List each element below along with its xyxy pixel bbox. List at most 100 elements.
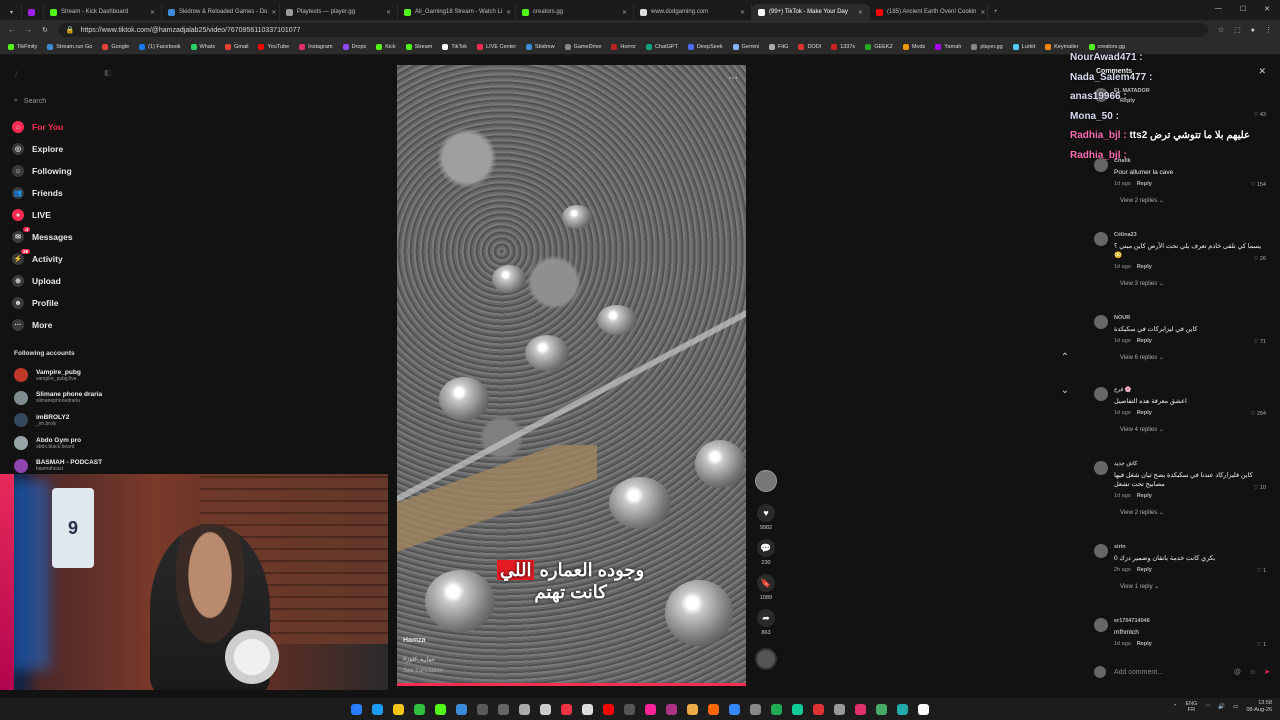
nav-item-more[interactable]: ··· More — [12, 314, 73, 336]
taskbar-app-icon[interactable] — [792, 703, 803, 715]
bookmark-item[interactable]: creators.gg — [1088, 44, 1125, 50]
comment-like[interactable]: ♡ 1 — [1256, 568, 1266, 574]
bookmark-item[interactable]: GameDrive — [564, 44, 601, 50]
view-replies-button[interactable]: View 2 replies ⌄ — [1120, 197, 1270, 204]
reply-button[interactable]: Reply — [1137, 641, 1152, 647]
bookmark-item[interactable]: Whats — [190, 44, 215, 50]
taskbar-app-icon[interactable] — [708, 703, 719, 715]
close-tab-icon[interactable]: ✕ — [740, 9, 745, 16]
avatar[interactable] — [1094, 387, 1108, 401]
nav-item-explore[interactable]: ◎ Explore — [12, 138, 73, 160]
send-icon[interactable]: ➤ — [1264, 668, 1270, 676]
bookmark-item[interactable]: Instagram — [299, 44, 333, 50]
taskbar-app-icon[interactable] — [603, 703, 614, 715]
nav-item-following[interactable]: ☺ Following — [12, 160, 73, 182]
nav-item-live[interactable]: ● LIVE — [12, 204, 73, 226]
browser-tab[interactable]: creators.gg ✕ — [516, 4, 634, 20]
avatar[interactable] — [1094, 544, 1108, 558]
following-account-item[interactable]: imBROLY2 _im.broly — [14, 409, 102, 432]
taskbar-app-icon[interactable] — [456, 703, 467, 715]
taskbar-app-icon[interactable] — [750, 703, 761, 715]
bookmark-item[interactable]: Drops — [342, 44, 366, 50]
tray-chevron-icon[interactable]: ⌃ — [1173, 704, 1178, 710]
tikfinity-tab-icon[interactable] — [22, 4, 44, 20]
comment-like[interactable]: ♡ 26 — [1253, 256, 1266, 262]
wifi-icon[interactable]: ◠ — [1205, 704, 1210, 710]
browser-tab[interactable]: (185) Ancient Earth Oven! Cookin ✕ — [870, 4, 988, 20]
taskbar-app-icon[interactable] — [414, 703, 425, 715]
music-disc-icon[interactable] — [755, 648, 777, 670]
chevron-down-icon[interactable]: ⌄ — [1058, 385, 1072, 399]
following-account-item[interactable]: Abdo Gym pro abdo.black.beard — [14, 432, 102, 455]
reply-button[interactable]: Reply — [1137, 567, 1152, 573]
comment-like[interactable]: ♡ 10 — [1253, 485, 1266, 491]
forward-icon[interactable]: → — [25, 27, 32, 34]
comment-user[interactable]: كاش جديد — [1114, 461, 1270, 467]
bookmark-item[interactable]: Skidrow — [526, 44, 555, 50]
close-tab-icon[interactable]: ✕ — [271, 9, 276, 16]
nav-item-profile[interactable]: ☻ Profile — [12, 292, 73, 314]
comment-like[interactable]: ♡ 154 — [1250, 182, 1266, 188]
bookmark-item[interactable]: LIVE Center — [477, 44, 516, 50]
reply-button[interactable]: Reply — [1137, 493, 1152, 499]
comment-like[interactable]: ♡ 1 — [1256, 642, 1266, 648]
close-tab-icon[interactable]: ✕ — [858, 9, 863, 16]
nav-item-messages[interactable]: ✉ 4 Messages — [12, 226, 73, 248]
taskbar-app-icon[interactable] — [813, 703, 824, 715]
close-window-button[interactable]: ✕ — [1264, 5, 1270, 13]
avatar[interactable] — [1094, 618, 1108, 632]
battery-icon[interactable]: ▭ — [1233, 704, 1238, 710]
collapse-sidebar-icon[interactable]: ◧ — [104, 68, 112, 77]
close-tab-icon[interactable]: ✕ — [150, 9, 155, 16]
reply-button[interactable]: Reply — [1137, 264, 1152, 270]
comment-user[interactable]: NOUR — [1114, 315, 1270, 321]
taskbar-app-icon[interactable] — [645, 703, 656, 715]
taskbar-app-icon[interactable] — [372, 703, 383, 715]
bookmark-item[interactable]: Kick — [376, 44, 396, 50]
taskbar-app-icon[interactable] — [876, 703, 887, 715]
nav-item-activity[interactable]: ⚡ 28 Activity — [12, 248, 73, 270]
new-tab-button[interactable]: + — [988, 4, 1006, 20]
taskbar-app-icon[interactable] — [666, 703, 677, 715]
avatar[interactable] — [1094, 315, 1108, 329]
taskbar-app-icon[interactable] — [519, 703, 530, 715]
heart-icon[interactable]: ♥ — [757, 504, 775, 522]
browser-tab[interactable]: Skidrow & Reloaded Games - Do ✕ — [162, 4, 280, 20]
minimize-button[interactable]: — — [1215, 5, 1222, 13]
bookmark-item[interactable]: Stream.run Go — [47, 44, 92, 50]
bookmark-item[interactable]: Yamah — [935, 44, 961, 50]
avatar[interactable] — [1094, 232, 1108, 246]
bookmark-item[interactable]: TikFinity — [8, 44, 37, 50]
browser-tab[interactable]: Stream - Kick Dashboard ✕ — [44, 4, 162, 20]
browser-tab[interactable]: Playtests — player.gg ✕ — [280, 4, 398, 20]
bookmark-item[interactable]: player.gg — [971, 44, 1003, 50]
view-replies-button[interactable]: View 1 reply ⌄ — [1120, 583, 1270, 590]
url-field[interactable]: 🔒 https://www.tiktok.com/@hamzadjalab25/… — [57, 23, 1208, 37]
video-progress-bar[interactable] — [397, 683, 746, 686]
view-replies-button[interactable]: View 6 replies ⌄ — [1120, 354, 1270, 361]
browser-tab[interactable]: Ali_Gaming18 Stream - Watch Li ✕ — [398, 4, 516, 20]
bookmark-item[interactable]: YouTube — [258, 44, 289, 50]
bookmark-item[interactable]: Google — [102, 44, 129, 50]
search-input[interactable]: ⌕ Search — [14, 94, 134, 108]
start-menu-icon[interactable] — [351, 703, 362, 715]
bookmark-item[interactable]: Mods — [902, 44, 925, 50]
nav-item-friends[interactable]: 👥 Friends — [12, 182, 73, 204]
nav-item-for-you[interactable]: ⌂ For You — [12, 116, 73, 138]
maximize-button[interactable]: ☐ — [1240, 5, 1246, 13]
taskbar-app-icon[interactable] — [855, 703, 866, 715]
following-account-item[interactable]: Vampire_pubg vampire_pubg.live — [14, 364, 102, 387]
lang-indicator[interactable]: ENG FR — [1186, 701, 1198, 713]
taskbar-app-icon[interactable] — [540, 703, 551, 715]
taskbar-app-icon[interactable] — [729, 703, 740, 715]
browser-tab[interactable]: (99+) TikTok - Make Your Day ✕ — [752, 4, 870, 20]
back-icon[interactable]: ← — [8, 27, 15, 34]
reply-button[interactable]: Reply — [1137, 410, 1152, 416]
bookmark-item[interactable]: Keymailer — [1045, 44, 1079, 50]
bookmark-item[interactable]: TikTok — [442, 44, 467, 50]
comment-user[interactable]: sirin — [1114, 544, 1270, 550]
bookmark-item[interactable]: Lurkit — [1012, 44, 1035, 50]
bookmark-item[interactable]: ChatGPT — [646, 44, 678, 50]
extensions-icon[interactable]: ⬚ — [1234, 26, 1241, 34]
video-more-icon[interactable]: ⋯ — [728, 73, 738, 84]
